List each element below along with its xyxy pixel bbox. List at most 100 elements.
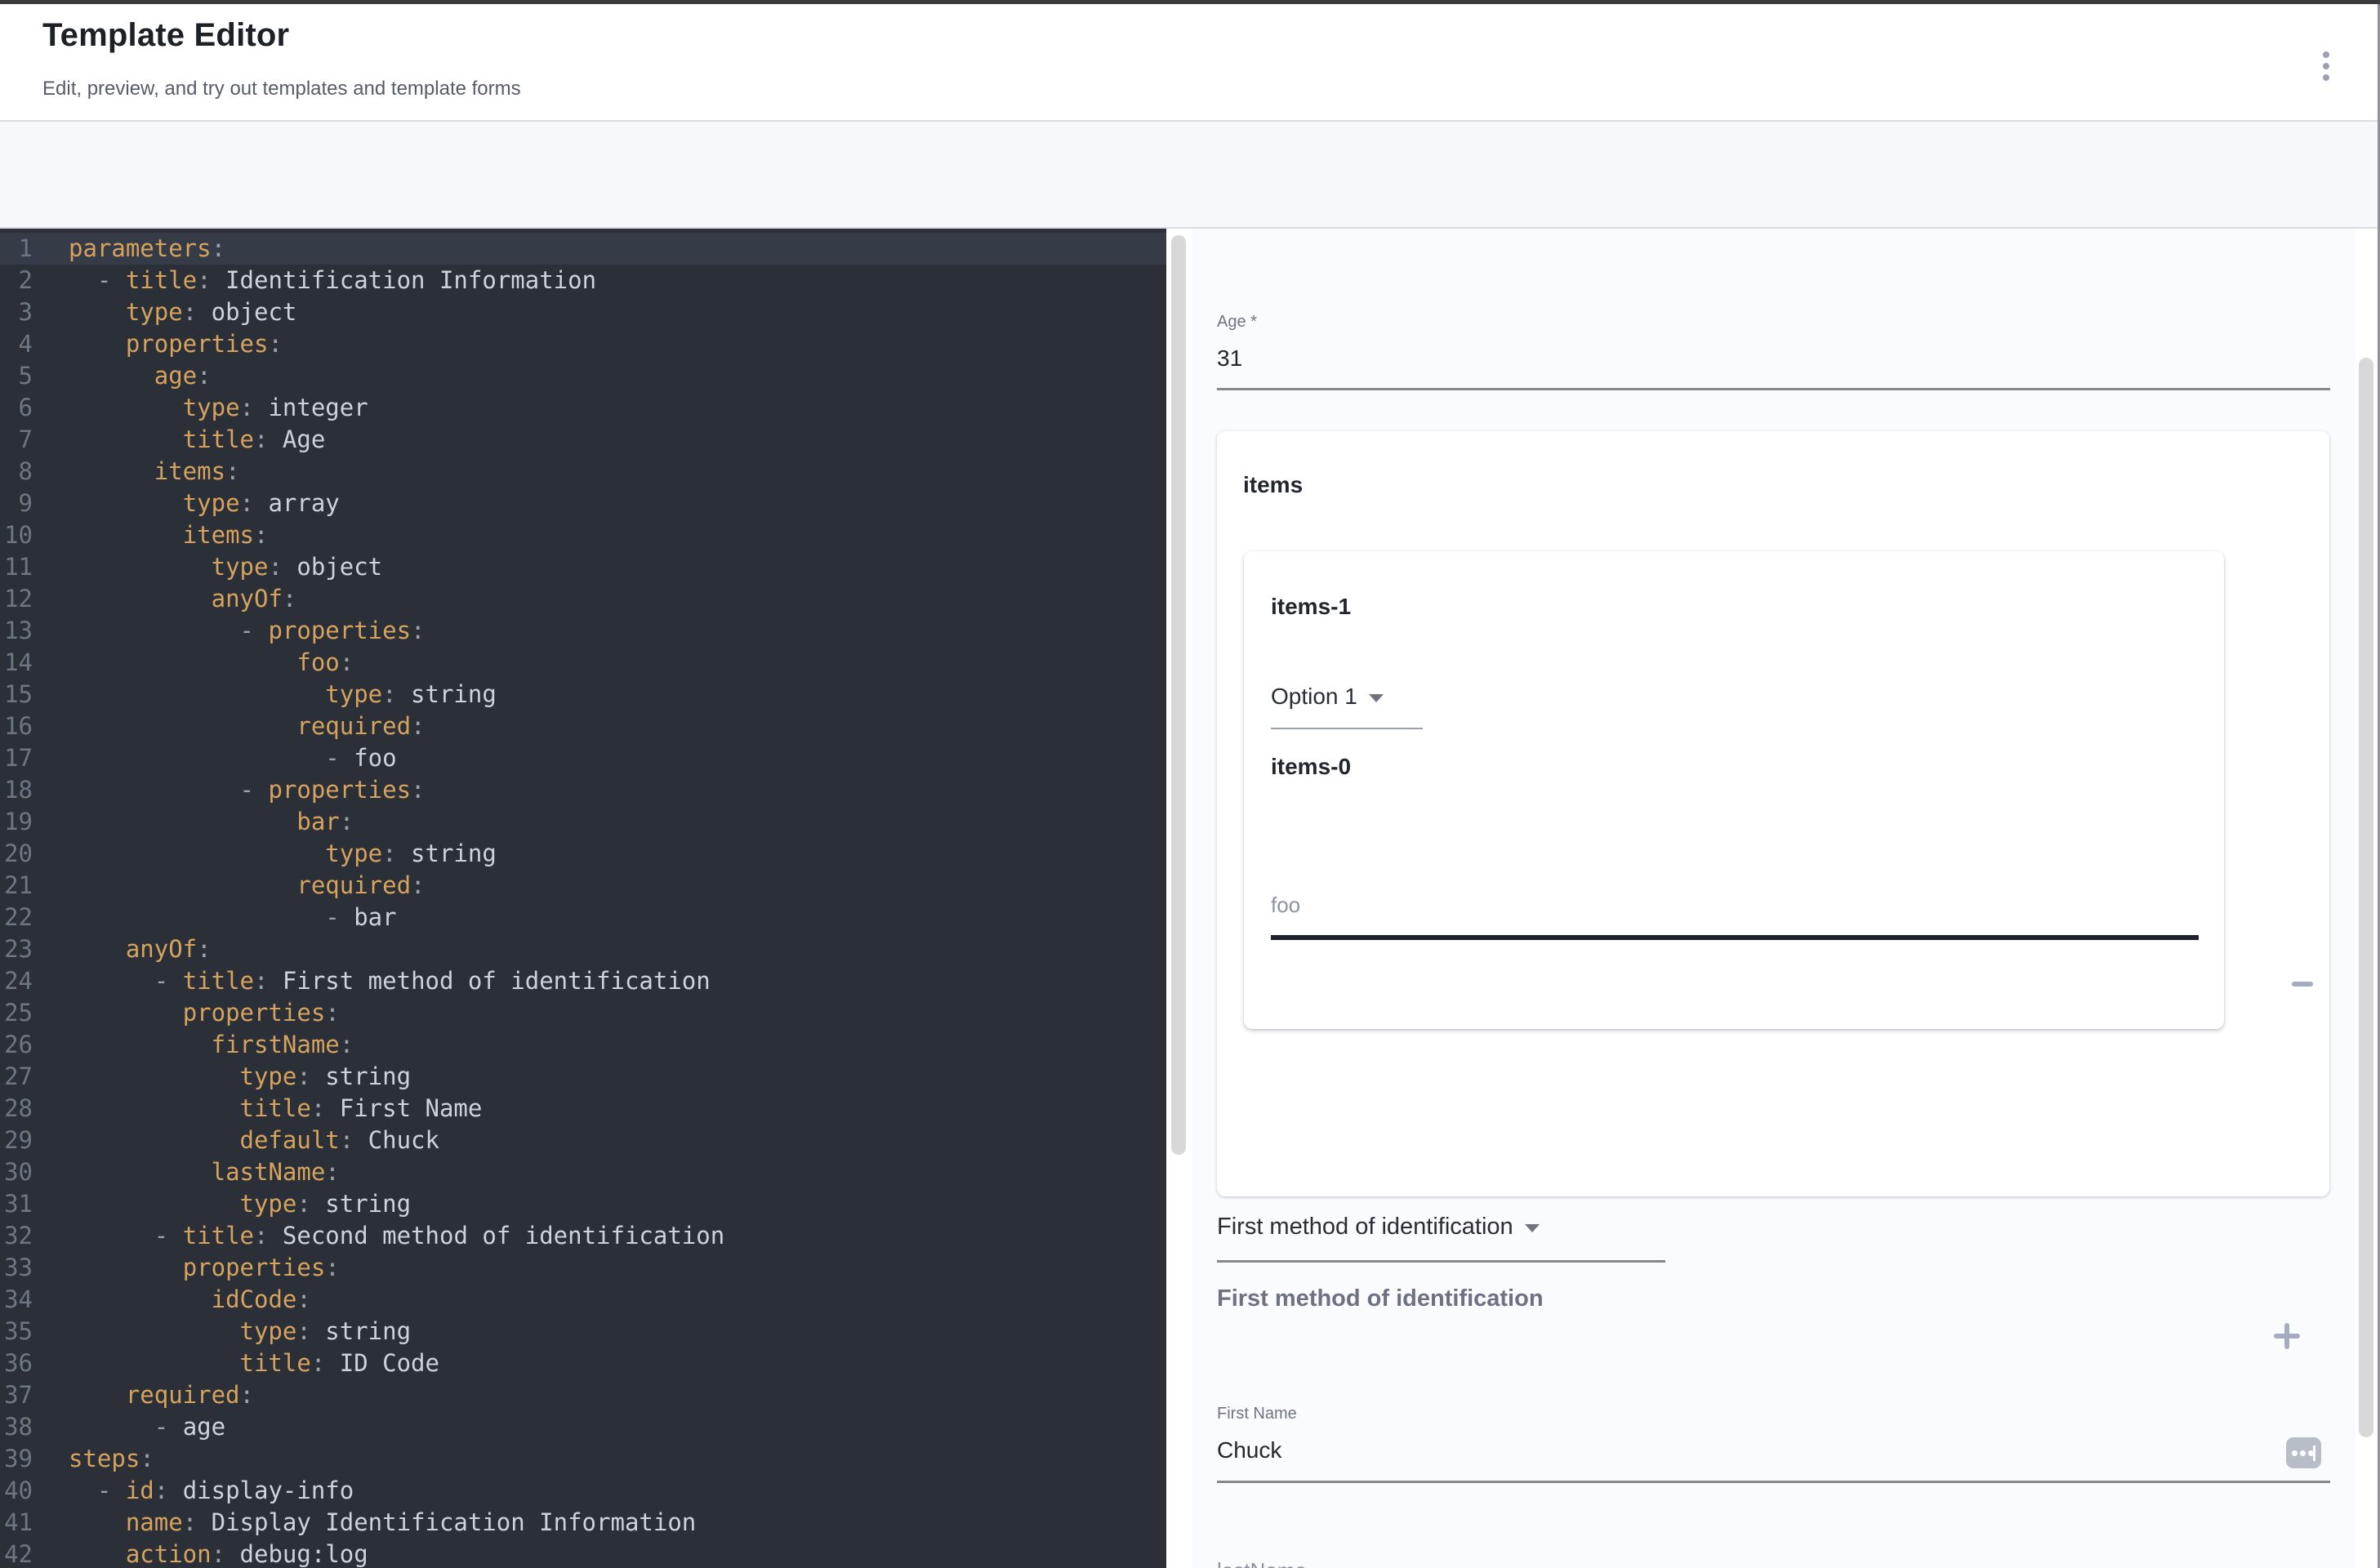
- code-line[interactable]: 3 type: object: [0, 296, 1166, 328]
- line-number: 14: [0, 647, 46, 679]
- code-text: type: string: [46, 838, 497, 870]
- code-line[interactable]: 22 - bar: [0, 902, 1166, 933]
- method-section-heading: First method of identification: [1217, 1285, 1544, 1312]
- page-scrollbar: [2355, 229, 2378, 1568]
- line-number: 26: [0, 1029, 46, 1061]
- code-line[interactable]: 37 required:: [0, 1379, 1166, 1411]
- option-select-underline: [1271, 728, 1423, 729]
- caret-down-icon: [1525, 1224, 1540, 1232]
- code-text: - properties:: [46, 774, 426, 806]
- first-name-input[interactable]: Chuck: [1217, 1437, 1281, 1463]
- code-line[interactable]: 31 type: string: [0, 1188, 1166, 1220]
- line-number: 35: [0, 1316, 46, 1348]
- code-line[interactable]: 41 name: Display Identification Informat…: [0, 1507, 1166, 1539]
- method-select[interactable]: First method of identification: [1217, 1214, 1540, 1241]
- method-select-value: First method of identification: [1217, 1214, 1513, 1240]
- option-select-value: Option 1: [1271, 684, 1357, 709]
- code-text: - title: Second method of identification: [46, 1220, 724, 1252]
- foo-input[interactable]: foo: [1271, 893, 1300, 918]
- code-line[interactable]: 18 - properties:: [0, 774, 1166, 806]
- code-line[interactable]: 14 foo:: [0, 647, 1166, 679]
- code-line[interactable]: 34 idCode:: [0, 1284, 1166, 1316]
- age-input[interactable]: 31: [1217, 345, 1242, 372]
- code-text: - id: display-info: [46, 1475, 354, 1507]
- add-item-button[interactable]: [2264, 1313, 2310, 1359]
- first-name-underline: [1217, 1481, 2330, 1483]
- line-number: 12: [0, 583, 46, 615]
- code-line[interactable]: 15 type: string: [0, 679, 1166, 710]
- code-text: name: Display Identification Information: [46, 1507, 696, 1539]
- code-line[interactable]: 2 - title: Identification Information: [0, 265, 1166, 296]
- code-line[interactable]: 35 type: string: [0, 1316, 1166, 1348]
- code-text: required:: [46, 1379, 254, 1411]
- code-line[interactable]: 5 age:: [0, 360, 1166, 392]
- line-number: 18: [0, 774, 46, 806]
- code-text: properties:: [46, 997, 340, 1029]
- line-number: 8: [0, 456, 46, 488]
- line-number: 3: [0, 296, 46, 328]
- code-line[interactable]: 42 action: debug:log: [0, 1539, 1166, 1568]
- caret-down-icon: [1369, 694, 1384, 702]
- remove-item-button[interactable]: [2281, 963, 2324, 1005]
- autofill-adornment-icon[interactable]: [2286, 1437, 2321, 1468]
- last-name-input[interactable]: lastName: [1217, 1558, 1307, 1568]
- code-line[interactable]: 12 anyOf:: [0, 583, 1166, 615]
- code-text: foo:: [46, 647, 354, 679]
- code-line[interactable]: 25 properties:: [0, 997, 1166, 1029]
- code-line[interactable]: 19 bar:: [0, 806, 1166, 838]
- code-line[interactable]: 6 type: integer: [0, 392, 1166, 424]
- editor-scrollbar-thumb[interactable]: [1171, 235, 1186, 1155]
- line-number: 6: [0, 392, 46, 424]
- code-line[interactable]: 28 title: First Name: [0, 1093, 1166, 1125]
- line-number: 22: [0, 902, 46, 933]
- line-number: 28: [0, 1093, 46, 1125]
- code-line[interactable]: 13 - properties:: [0, 615, 1166, 647]
- option-select[interactable]: Option 1: [1271, 684, 1384, 710]
- code-line[interactable]: 29 default: Chuck: [0, 1125, 1166, 1156]
- code-text: title: Age: [46, 424, 325, 456]
- code-line[interactable]: 10 items:: [0, 519, 1166, 551]
- code-line[interactable]: 33 properties:: [0, 1252, 1166, 1284]
- code-line[interactable]: 36 title: ID Code: [0, 1348, 1166, 1379]
- code-line[interactable]: 8 items:: [0, 456, 1166, 488]
- code-line[interactable]: 32 - title: Second method of identificat…: [0, 1220, 1166, 1252]
- line-number: 4: [0, 328, 46, 360]
- code-line[interactable]: 4 properties:: [0, 328, 1166, 360]
- code-line[interactable]: 24 - title: First method of identificati…: [0, 965, 1166, 997]
- line-number: 10: [0, 519, 46, 551]
- code-line[interactable]: 20 type: string: [0, 838, 1166, 870]
- code-line[interactable]: 40 - id: display-info: [0, 1475, 1166, 1507]
- method-select-underline: [1217, 1260, 1665, 1263]
- code-line[interactable]: 16 required:: [0, 710, 1166, 742]
- code-text: lastName:: [46, 1156, 340, 1188]
- code-text: steps:: [46, 1443, 154, 1475]
- code-line[interactable]: 23 anyOf:: [0, 933, 1166, 965]
- code-line[interactable]: 26 firstName:: [0, 1029, 1166, 1061]
- code-line[interactable]: 27 type: string: [0, 1061, 1166, 1093]
- code-line[interactable]: 11 type: object: [0, 551, 1166, 583]
- code-line[interactable]: 38 - age: [0, 1411, 1166, 1443]
- code-line[interactable]: 21 required:: [0, 870, 1166, 902]
- code-editor[interactable]: 1parameters:2 - title: Identification In…: [0, 229, 1192, 1568]
- line-number: 9: [0, 488, 46, 519]
- code-text: type: object: [46, 551, 382, 583]
- code-line[interactable]: 17 - foo: [0, 742, 1166, 774]
- code-text: anyOf:: [46, 583, 296, 615]
- code-text: type: string: [46, 1316, 411, 1348]
- code-text: required:: [46, 710, 426, 742]
- line-number: 17: [0, 742, 46, 774]
- line-number: 37: [0, 1379, 46, 1411]
- more-menu-button[interactable]: [2303, 37, 2349, 96]
- code-lines[interactable]: 1parameters:2 - title: Identification In…: [0, 229, 1166, 1568]
- line-number: 29: [0, 1125, 46, 1156]
- page-scrollbar-thumb[interactable]: [2359, 358, 2373, 1437]
- code-line[interactable]: 9 type: array: [0, 488, 1166, 519]
- line-number: 11: [0, 551, 46, 583]
- code-line[interactable]: 7 title: Age: [0, 424, 1166, 456]
- code-text: type: string: [46, 1188, 411, 1220]
- kebab-menu-icon: [2323, 51, 2329, 81]
- code-line[interactable]: 30 lastName:: [0, 1156, 1166, 1188]
- code-text: type: object: [46, 296, 296, 328]
- code-line[interactable]: 39steps:: [0, 1443, 1166, 1475]
- code-line[interactable]: 1parameters:: [0, 233, 1166, 265]
